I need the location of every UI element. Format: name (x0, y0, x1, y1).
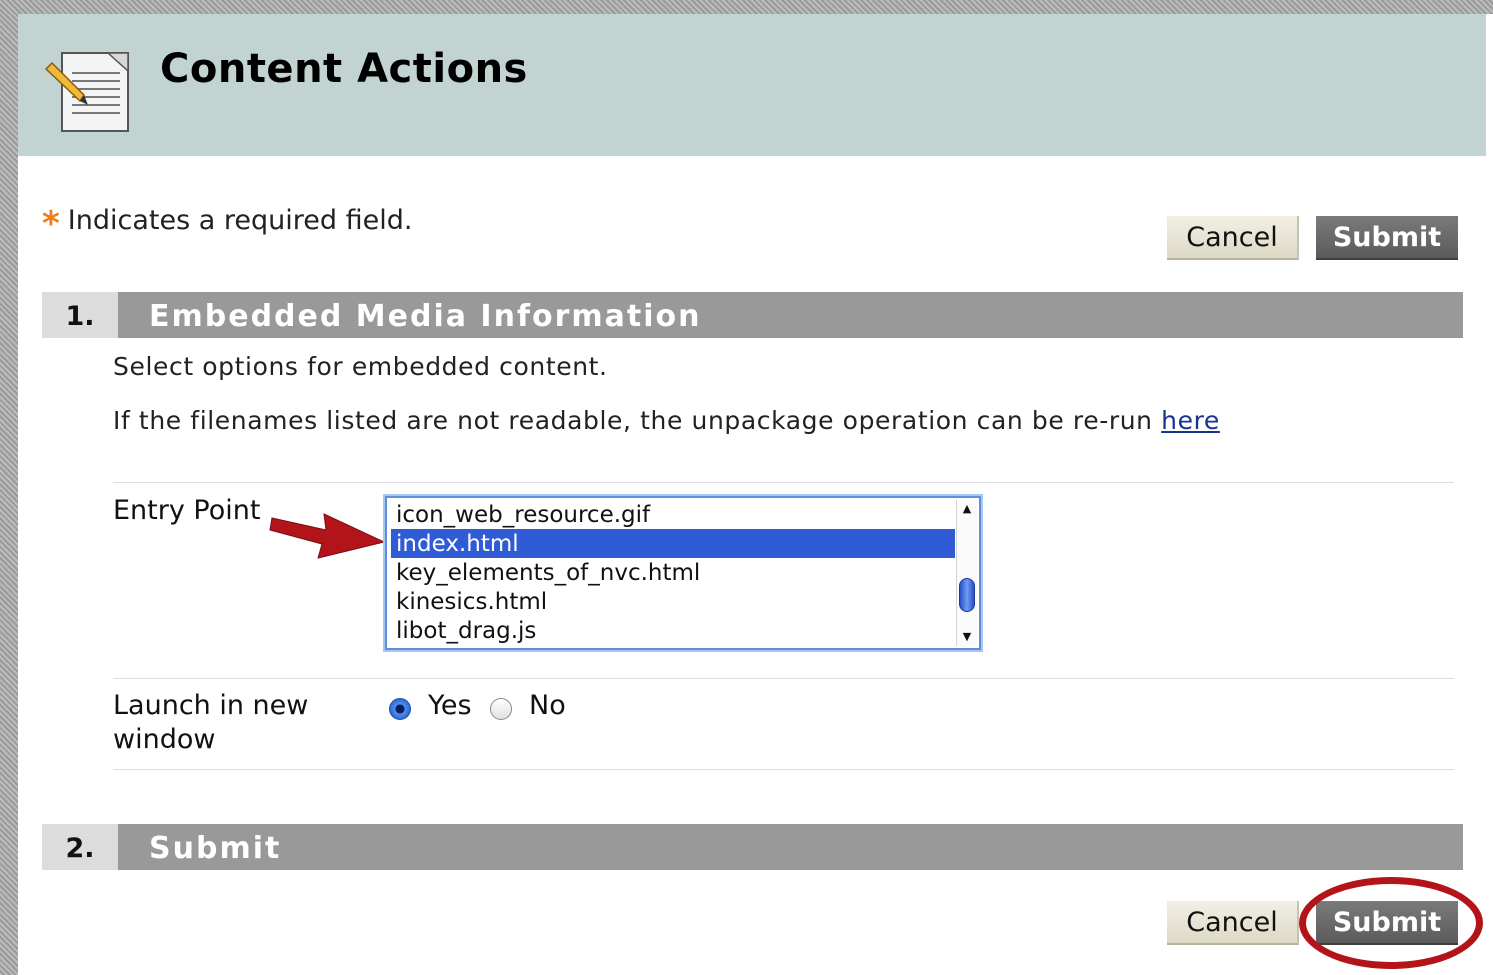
divider (113, 769, 1454, 770)
radio-yes-label[interactable]: Yes (428, 690, 472, 721)
launch-new-window-label: Launch in new window (113, 690, 309, 755)
annotation-arrow-icon (269, 513, 386, 559)
document-pencil-icon (44, 52, 129, 132)
rerun-here-link[interactable]: here (1161, 406, 1220, 435)
radio-no-label[interactable]: No (529, 690, 566, 721)
section-header-embedded-media: 1. Embedded Media Information (42, 292, 1463, 338)
section-title: Submit (149, 831, 282, 866)
list-item[interactable]: kinesics.html (391, 587, 955, 616)
window-left-border (0, 0, 18, 975)
scroll-thumb[interactable] (959, 578, 975, 612)
scroll-up-arrow-icon[interactable]: ▲ (957, 500, 977, 518)
radio-no[interactable] (490, 698, 512, 720)
rerun-instructions: If the filenames listed are not readable… (113, 406, 1220, 435)
cancel-button-bottom[interactable]: Cancel (1167, 901, 1299, 945)
list-item[interactable]: icon_web_resource.gif (391, 500, 955, 529)
page-title: Content Actions (160, 46, 528, 92)
entry-point-listbox[interactable]: icon_web_resource.gif index.html key_ele… (385, 496, 981, 650)
divider (113, 482, 1454, 483)
rerun-text: If the filenames listed are not readable… (113, 406, 1153, 435)
scroll-down-arrow-icon[interactable]: ▼ (957, 628, 977, 646)
section-number: 2. (42, 824, 118, 870)
entry-point-options: icon_web_resource.gif index.html key_ele… (391, 500, 955, 645)
section-header-submit: 2. Submit (42, 824, 1463, 870)
entry-point-label: Entry Point (113, 495, 261, 526)
required-star-icon: * (42, 204, 60, 244)
cancel-button-top[interactable]: Cancel (1167, 216, 1299, 260)
section-title: Embedded Media Information (149, 299, 702, 334)
window-top-border (0, 0, 1493, 14)
list-item[interactable]: key_elements_of_nvc.html (391, 558, 955, 587)
submit-button-top[interactable]: Submit (1316, 216, 1458, 260)
required-field-note: * Indicates a required field. (42, 204, 412, 244)
section-number: 1. (42, 292, 118, 338)
radio-yes[interactable] (389, 698, 411, 720)
required-field-text: Indicates a required field. (67, 205, 413, 236)
list-item-selected[interactable]: index.html (391, 529, 955, 558)
divider (113, 678, 1454, 679)
list-item[interactable]: libot_drag.js (391, 616, 955, 645)
listbox-scrollbar[interactable]: ▲ ▼ (956, 500, 977, 646)
section-description: Select options for embedded content. (113, 352, 608, 381)
annotation-circle (1299, 877, 1483, 969)
